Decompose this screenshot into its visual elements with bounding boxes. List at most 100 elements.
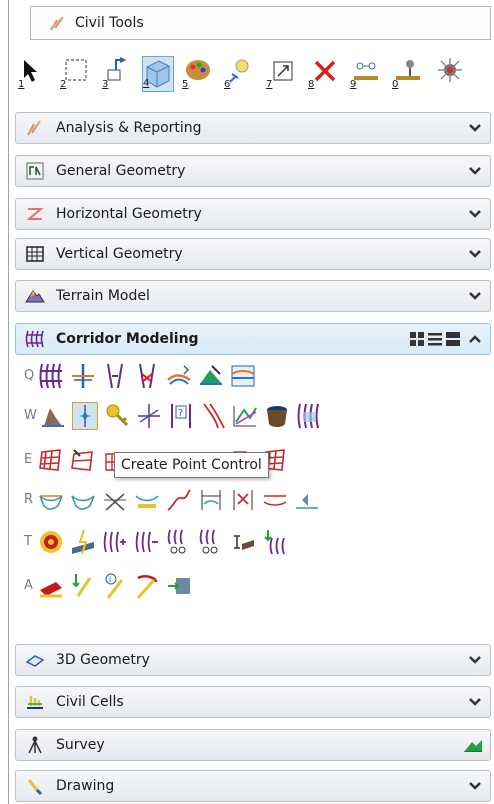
chevron-down-icon [469, 167, 481, 175]
corridor-report-icon[interactable] [38, 572, 64, 600]
corridor-clip-remove-icon[interactable] [198, 528, 224, 556]
curve-widen-icon[interactable] [200, 402, 226, 430]
section-terrain-model[interactable]: Terrain Model [15, 280, 491, 312]
corridor-references-icon[interactable] [296, 402, 322, 430]
3d-geometry-icon [24, 649, 46, 671]
tool-number: 5 [182, 79, 189, 90]
grid-view-icon[interactable] [410, 332, 424, 346]
survey-tripod-icon [24, 734, 46, 756]
key-icon[interactable] [104, 402, 130, 430]
burst-tool[interactable] [434, 56, 466, 92]
section-label: Vertical Geometry [56, 246, 183, 262]
mesh-warp-icon[interactable] [38, 446, 64, 474]
section-corridor-modeling[interactable]: Corridor Modeling [15, 323, 491, 355]
delete-tool[interactable]: 8 [308, 56, 340, 92]
workflow-selector[interactable]: Civil Tools [30, 6, 491, 40]
profile-curve-icon[interactable] [166, 486, 192, 514]
surface-lines-icon[interactable] [262, 486, 288, 514]
corridor-add-icon[interactable] [102, 528, 128, 556]
template-drop-icon[interactable] [70, 362, 96, 390]
section-label: Terrain Model [56, 288, 150, 304]
tool-number: 3 [102, 79, 109, 90]
transition-icon[interactable] [102, 362, 128, 390]
curve-feather-icon[interactable] [134, 572, 160, 600]
section-label: General Geometry [56, 163, 186, 179]
corridor-remove-icon[interactable] [134, 528, 160, 556]
panel-left-border [8, 0, 13, 804]
lightning-road-icon[interactable] [70, 528, 96, 556]
chevron-down-icon [469, 124, 481, 132]
chevron-down-icon [469, 782, 481, 790]
corridor-objects-icon[interactable] [230, 362, 256, 390]
grid-table-icon [24, 243, 46, 265]
tooltip: Create Point Control [114, 452, 269, 478]
point-query-icon[interactable]: ? [168, 402, 194, 430]
svg-text:?: ? [178, 408, 183, 419]
tool-number: 7 [266, 79, 273, 90]
row-shortcut-key: Q [24, 368, 35, 383]
corridor-down-icon[interactable] [262, 528, 288, 556]
attributes-tool[interactable]: 5 [182, 56, 214, 92]
info-feather-icon[interactable]: i [102, 572, 128, 600]
create-point-control-icon[interactable] [72, 402, 98, 430]
drawing-icon [24, 775, 46, 797]
fence-tool[interactable]: 2 [60, 56, 92, 92]
civil-tools-feather-icon [50, 16, 64, 31]
export-icon[interactable] [166, 572, 192, 600]
end-condition-icon[interactable] [136, 402, 162, 430]
surface-a-icon[interactable] [38, 486, 64, 514]
scale-tool[interactable]: 7 [266, 56, 298, 92]
section-label: Analysis & Reporting [56, 120, 202, 136]
burst-icon [438, 58, 462, 82]
surface-ruler-icon[interactable] [134, 486, 160, 514]
dimension-x-icon[interactable] [230, 486, 256, 514]
section-label: Survey [56, 737, 105, 753]
section-horizontal-geometry[interactable]: Horizontal Geometry [15, 198, 491, 230]
key-station-icon[interactable] [134, 362, 160, 390]
superelevation-icon[interactable] [232, 402, 258, 430]
move-tool[interactable]: 3 [102, 56, 134, 92]
chevron-down-icon [469, 210, 481, 218]
detail-view-icon[interactable] [446, 332, 460, 346]
svg-text:i: i [109, 575, 111, 584]
mesh-adjust-icon[interactable] [70, 446, 96, 474]
clipping-icon[interactable] [198, 362, 224, 390]
surface-b-icon[interactable] [70, 486, 96, 514]
row-shortcut-key: E [24, 452, 33, 467]
eye-view-icon[interactable] [294, 486, 320, 514]
select-tool[interactable]: 1 [18, 56, 50, 92]
feather-chart-icon [24, 117, 46, 139]
section-general-geometry[interactable]: General Geometry [15, 155, 491, 187]
section-vertical-geometry[interactable]: Vertical Geometry [15, 238, 491, 270]
down-feather-icon[interactable] [70, 572, 96, 600]
lights-tool[interactable]: 6 [224, 56, 256, 92]
general-geometry-icon [24, 160, 46, 182]
workflow-title: Civil Tools [75, 15, 144, 31]
section-civil-cells[interactable]: Civil Cells [15, 686, 491, 718]
section-label: 3D Geometry [56, 652, 150, 668]
create-template-icon[interactable] [40, 402, 66, 430]
corridor-create-icon[interactable] [38, 362, 64, 390]
section-survey[interactable]: Survey [15, 729, 491, 761]
chevron-down-icon [469, 292, 481, 300]
section-label: Corridor Modeling [56, 331, 199, 347]
volume-icon[interactable] [264, 402, 290, 430]
dimension-icon[interactable] [198, 486, 224, 514]
section-analysis-reporting[interactable]: Analysis & Reporting [15, 112, 491, 144]
tool-number: 9 [350, 79, 357, 90]
measure-tool[interactable]: 9 [350, 56, 382, 92]
linear-template-icon[interactable] [230, 528, 256, 556]
tool-row-a: A i [20, 568, 491, 604]
corridor-clip-add-icon[interactable] [166, 528, 192, 556]
target-icon[interactable] [38, 528, 64, 556]
level-tool[interactable]: 0 [392, 56, 424, 92]
chevron-up-icon [469, 335, 481, 343]
surface-x-icon[interactable] [102, 486, 128, 514]
section-drawing[interactable]: Drawing [15, 770, 491, 802]
horizontal-z-icon [24, 203, 46, 225]
list-view-icon[interactable] [428, 332, 442, 346]
section-3d-geometry[interactable]: 3D Geometry [15, 644, 491, 676]
parametric-icon[interactable] [166, 362, 192, 390]
row-shortcut-key: A [24, 578, 33, 593]
solid-tool[interactable]: 4 [142, 56, 174, 92]
